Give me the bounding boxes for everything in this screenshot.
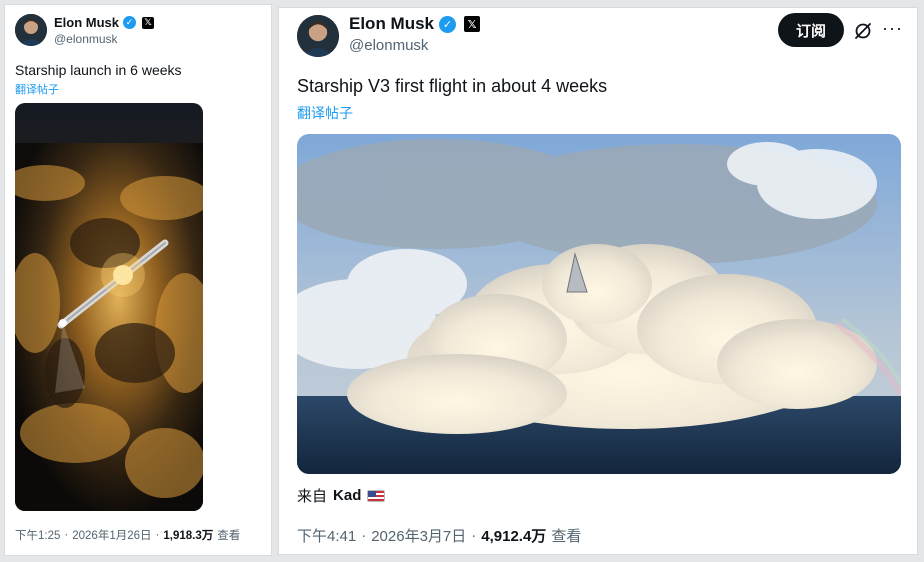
post-meta: 下午4:41 · 2026年3月7日 · 4,912.4万 查看 [297,525,581,546]
post-date[interactable]: 2026年1月26日 [72,527,151,543]
post-date[interactable]: 2026年3月7日 [371,525,466,546]
translate-link[interactable]: 翻译帖子 [297,103,353,123]
x-logo-icon: 𝕏 [142,16,155,29]
left-post-card: Elon Musk ✓ 𝕏 @elonmusk Starship launch … [4,4,272,556]
post-text: Starship launch in 6 weeks [15,62,182,78]
display-name[interactable]: Elon Musk [54,15,119,30]
handle[interactable]: @elonmusk [54,32,118,46]
avatar[interactable] [15,14,47,46]
author-name-row: Elon Musk ✓ 𝕏 [54,15,155,30]
verified-badge-icon[interactable]: ✓ [123,16,137,29]
handle[interactable]: @elonmusk [349,37,428,54]
post-time[interactable]: 下午4:41 [297,525,356,546]
display-name[interactable]: Elon Musk [349,14,434,34]
verified-badge-icon[interactable]: ✓ [439,15,457,33]
post-image[interactable] [15,103,203,511]
meta-separator: · [155,529,160,541]
views-label: 查看 [551,528,582,545]
post-meta: 下午1:25 · 2026年1月26日 · 1,918.3万 查看 [15,527,240,543]
post-image[interactable] [297,134,901,474]
post-text: Starship V3 first flight in about 4 week… [297,76,608,96]
more-icon[interactable]: ··· [882,18,903,39]
grok-icon[interactable] [853,21,873,41]
translate-link[interactable]: 翻译帖子 [15,81,59,97]
us-flag-icon [367,489,386,502]
subscribe-button[interactable]: 订阅 [778,13,844,47]
media-source: 来自 Kad [297,485,386,506]
right-post-card: Elon Musk ✓ 𝕏 @elonmusk 订阅 ··· Starship … [278,7,918,555]
avatar[interactable] [297,15,339,57]
x-logo-icon: 𝕏 [464,16,481,32]
post-time[interactable]: 下午1:25 [15,527,60,543]
meta-separator: · [471,527,477,544]
view-count: 1,918.3万 [163,530,214,542]
view-count: 4,912.4万 [481,528,547,545]
meta-separator: · [64,529,69,541]
source-name[interactable]: Kad [333,487,361,504]
views-label: 查看 [217,530,241,542]
meta-separator: · [361,527,367,544]
source-prefix: 来自 [297,488,328,505]
author-name-row: Elon Musk ✓ 𝕏 [349,14,481,34]
